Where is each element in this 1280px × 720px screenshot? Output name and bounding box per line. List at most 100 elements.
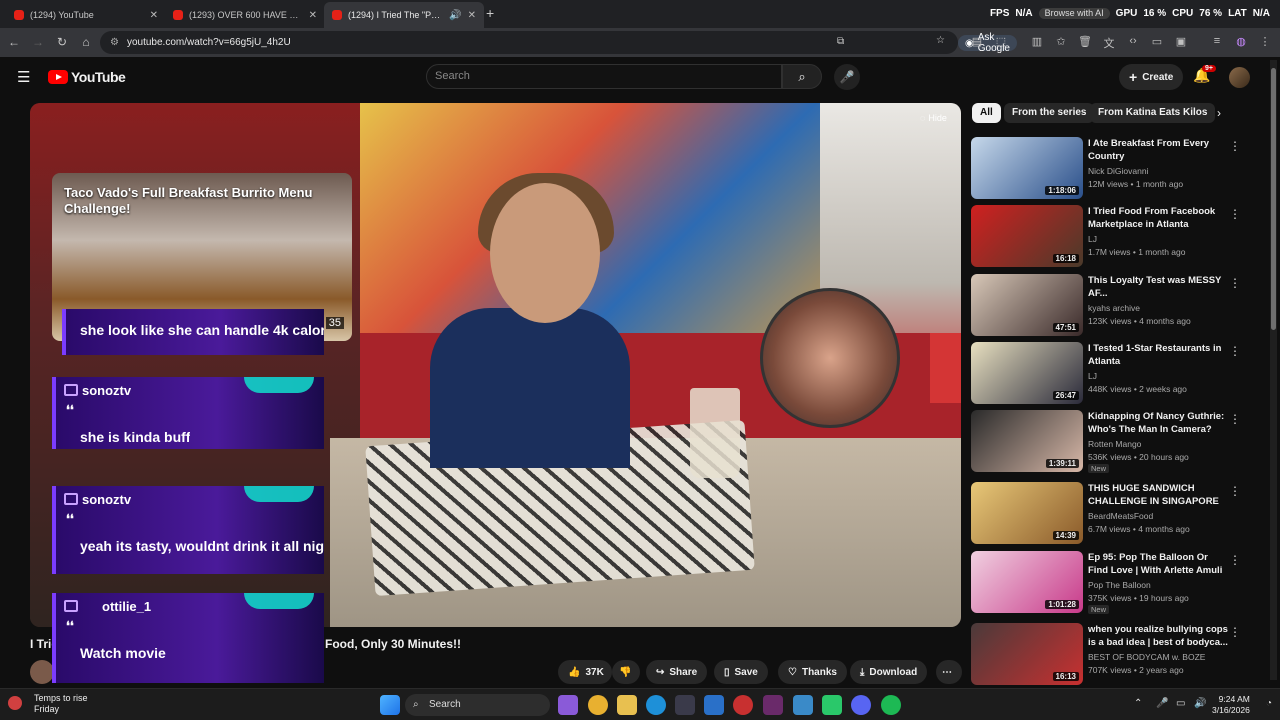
more-vertical-icon[interactable]: ⋮	[1229, 484, 1241, 498]
sidebar-icon[interactable]: ▥	[1030, 35, 1044, 49]
translate-icon[interactable]: 文	[1102, 35, 1116, 50]
video-thumbnail[interactable]: 16:18	[971, 205, 1083, 267]
menu-lines-icon[interactable]: ≡	[1210, 35, 1224, 49]
chevron-up-icon[interactable]: ⌃	[1134, 698, 1142, 709]
recommendation-title[interactable]: I Tried Food From Facebook Marketplace i…	[1088, 205, 1228, 231]
recommendation-channel[interactable]: BeardMeatsFood	[1088, 511, 1153, 521]
recommendation-channel[interactable]: LJ	[1088, 371, 1097, 381]
chrome-icon[interactable]	[588, 695, 608, 715]
recommendation-item[interactable]: 1:39:11 Kidnapping Of Nancy Guthrie: Who'…	[971, 410, 1261, 473]
chip-all[interactable]: All	[972, 103, 1001, 123]
recommendation-channel[interactable]: Rotten Mango	[1088, 439, 1141, 449]
reading-list-icon[interactable]: ▤	[970, 35, 984, 49]
share-button[interactable]: ↪ Share	[646, 660, 708, 684]
recommendation-title[interactable]: THIS HUGE SANDWICH CHALLENGE IN SINGAPOR…	[1088, 482, 1228, 508]
recommendation-item[interactable]: 1:18:06 I Ate Breakfast From Every Countr…	[971, 137, 1261, 199]
app-purple-icon[interactable]	[763, 695, 783, 715]
chip-from-the-series[interactable]: From the series	[1004, 103, 1095, 123]
recommendation-title[interactable]: when you realize bullying cops is a bad …	[1088, 623, 1228, 649]
recommendation-title[interactable]: I Tested 1-Star Restaurants in Atlanta	[1088, 342, 1228, 368]
more-vertical-icon[interactable]: ⋮	[1229, 276, 1241, 290]
search-input[interactable]: Search	[426, 64, 782, 89]
thanks-button[interactable]: ♡ Thanks	[778, 660, 847, 684]
microphone-icon[interactable]: 🎤	[1156, 698, 1168, 709]
dislike-button[interactable]: 👎	[612, 660, 640, 684]
recommendation-channel[interactable]: Nick DiGiovanni	[1088, 166, 1148, 176]
discord-icon[interactable]	[851, 695, 871, 715]
code-icon[interactable]: ‹›	[1126, 35, 1140, 49]
more-vertical-icon[interactable]: ⋮	[1229, 412, 1241, 426]
speaker-icon[interactable]: 🔊	[449, 10, 461, 21]
collections-icon[interactable]: ▣	[1174, 35, 1188, 49]
video-thumbnail[interactable]: 14:39	[971, 482, 1083, 544]
recommendation-title[interactable]: Kidnapping Of Nancy Guthrie: Who's The M…	[1088, 410, 1228, 436]
hamburger-menu-icon[interactable]: ☰	[17, 68, 30, 86]
recommendation-title[interactable]: This Loyalty Test was MESSY AF...	[1088, 274, 1228, 300]
scrollbar-thumb[interactable]	[1271, 68, 1276, 330]
recommendation-channel[interactable]: kyahs archive	[1088, 303, 1140, 313]
forward-arrow-icon[interactable]: →	[27, 35, 49, 49]
video-thumbnail[interactable]: 1:39:11	[971, 410, 1083, 472]
favorites-icon[interactable]: ✩	[1054, 35, 1068, 49]
more-vertical-icon[interactable]: ⋮	[1229, 207, 1241, 221]
close-tab-icon[interactable]: ✕	[468, 10, 476, 21]
like-button[interactable]: 👍 37K	[558, 660, 612, 684]
browse-with-ai-tooltip[interactable]: Browse with AI	[1038, 8, 1110, 19]
extension-icon[interactable]: ⬚	[994, 35, 1008, 49]
video-thumbnail[interactable]: 16:13	[971, 623, 1083, 685]
recommendation-channel[interactable]: BEST OF BODYCAM w. BOZE	[1088, 652, 1205, 662]
channel-avatar[interactable]	[30, 660, 54, 684]
recommendation-item[interactable]: 16:18 I Tried Food From Facebook Marketpl…	[971, 205, 1261, 267]
download-button[interactable]: ⤓ Download	[850, 660, 928, 684]
system-clock[interactable]: 9:24 AM 3/16/2026	[1212, 694, 1250, 716]
notification-center-icon[interactable]: ◔	[1266, 698, 1272, 709]
volume-icon[interactable]: 🔊	[1194, 698, 1206, 709]
recommendation-title[interactable]: I Ate Breakfast From Every Country	[1088, 137, 1228, 163]
trash-icon[interactable]: 🗑	[1078, 35, 1092, 49]
home-icon[interactable]: ⌂	[75, 35, 97, 49]
account-avatar[interactable]	[1229, 67, 1250, 88]
close-tab-icon[interactable]: ✕	[150, 10, 158, 21]
more-vertical-icon[interactable]: ⋮	[1229, 139, 1241, 153]
recommendation-title[interactable]: Ep 95: Pop The Balloon Or Find Love | Wi…	[1088, 551, 1228, 577]
create-button[interactable]: + Create	[1119, 64, 1184, 90]
shield-icon[interactable]	[675, 695, 695, 715]
recommendation-item[interactable]: 1:01:28 Ep 95: Pop The Balloon Or Find Lo…	[971, 551, 1261, 614]
more-vertical-icon[interactable]: ⋮	[1229, 625, 1241, 639]
app-green-icon[interactable]	[822, 695, 842, 715]
install-app-icon[interactable]: ⧉	[837, 36, 844, 47]
taskbar-search[interactable]: ⌕ Search	[405, 694, 550, 716]
copilot-icon[interactable]	[558, 695, 578, 715]
reload-icon[interactable]: ↻	[51, 35, 73, 49]
site-info-icon[interactable]: ⚙	[110, 37, 119, 48]
video-thumbnail[interactable]: 47:51	[971, 274, 1083, 336]
more-actions-button[interactable]: ⋯	[936, 660, 962, 684]
chevron-right-icon[interactable]: ›	[1217, 106, 1221, 120]
more-menu-icon[interactable]: ⋮	[1258, 35, 1272, 49]
ask-google-button[interactable]: ◉ Ask Google	[958, 32, 1017, 54]
video-thumbnail[interactable]: 1:18:06	[971, 137, 1083, 199]
youtube-logo[interactable]: YouTube	[48, 69, 126, 85]
video-thumbnail[interactable]: 26:47	[971, 342, 1083, 404]
video-player[interactable]: ◌ Hide Taco Vado's Full Breakfast Burrit…	[30, 103, 961, 627]
more-vertical-icon[interactable]: ⋮	[1229, 553, 1241, 567]
chip-from-katina-eats-kilos[interactable]: From Katina Eats Kilos	[1090, 103, 1216, 123]
network-icon[interactable]: ▭	[1176, 698, 1185, 709]
search-button[interactable]: ⌕	[782, 64, 822, 89]
bookmark-star-icon[interactable]: ☆	[936, 35, 945, 46]
save-button[interactable]: ▯ Save	[714, 660, 768, 684]
spotify-icon[interactable]	[881, 695, 901, 715]
recommendation-channel[interactable]: LJ	[1088, 234, 1097, 244]
address-bar[interactable]: ⚙ youtube.com/watch?v=66g5jU_4h2U ⧉ ◉ As…	[100, 31, 1017, 54]
recommendation-item[interactable]: 26:47 I Tested 1-Star Restaurants in Atla…	[971, 342, 1261, 404]
recommendation-channel[interactable]: Pop The Balloon	[1088, 580, 1151, 590]
browser-tab[interactable]: (1293) OVER 600 HAVE FAILED I ✕	[165, 2, 325, 28]
hide-button[interactable]: ◌ Hide	[920, 113, 947, 123]
windows-start-icon[interactable]	[380, 695, 400, 715]
new-tab-button[interactable]: +	[486, 5, 494, 21]
app-red-icon[interactable]	[733, 695, 753, 715]
photos-icon[interactable]	[793, 695, 813, 715]
more-vertical-icon[interactable]: ⋮	[1229, 344, 1241, 358]
file-explorer-icon[interactable]	[617, 695, 637, 715]
browser-tab[interactable]: (1294) YouTube ✕	[6, 2, 166, 28]
